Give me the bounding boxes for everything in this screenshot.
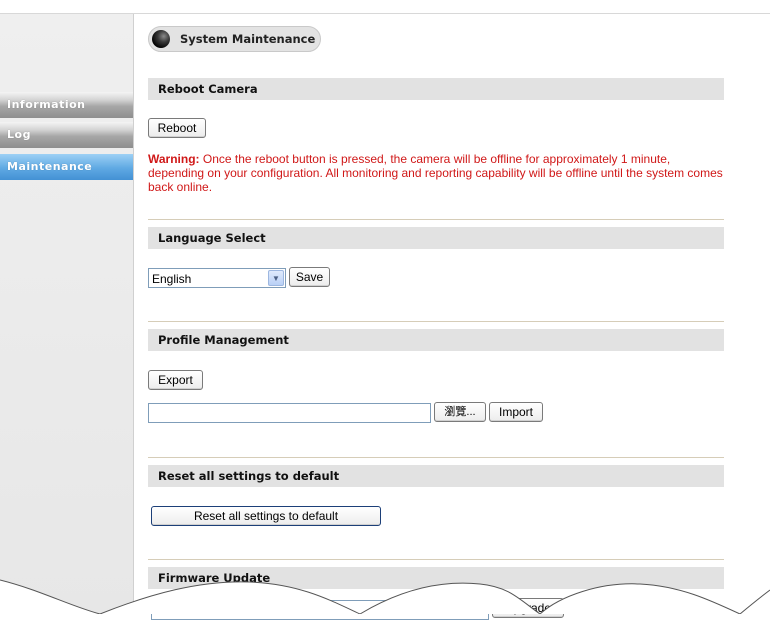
sidebar-item-label: Maintenance — [7, 160, 93, 173]
upgrade-button[interactable]: Upgrade — [492, 598, 564, 618]
sidebar-item-log[interactable]: Log — [0, 122, 133, 148]
sidebar-item-label: Log — [7, 128, 31, 141]
browse-button[interactable]: 瀏覽... — [434, 402, 486, 422]
sidebar: Information Log Maintenance — [0, 14, 134, 614]
export-button[interactable]: Export — [148, 370, 203, 390]
section-header-reboot: Reboot Camera — [148, 78, 724, 100]
section-header-profile: Profile Management — [148, 329, 724, 351]
section-divider — [148, 559, 724, 560]
import-button[interactable]: Import — [489, 402, 543, 422]
warning-label: Warning: — [148, 152, 200, 166]
sidebar-item-maintenance[interactable]: Maintenance — [0, 154, 133, 180]
sidebar-item-information[interactable]: Information — [0, 92, 133, 118]
warning-text: Once the reboot button is pressed, the c… — [148, 152, 723, 194]
sidebar-item-label: Information — [7, 98, 86, 111]
section-header-reset: Reset all settings to default — [148, 465, 724, 487]
section-header-firmware: Firmware Update — [148, 567, 724, 589]
firmware-file-input[interactable] — [151, 600, 489, 620]
reset-defaults-button[interactable]: Reset all settings to default — [151, 506, 381, 526]
profile-file-input[interactable] — [148, 403, 431, 423]
section-divider — [148, 321, 724, 322]
reboot-warning: Warning: Once the reboot button is press… — [148, 152, 724, 194]
page-title-pill: System Maintenance — [148, 26, 321, 52]
main-content: System Maintenance Reboot Camera Reboot … — [148, 0, 724, 620]
section-divider — [148, 457, 724, 458]
language-select[interactable]: English ▼ — [148, 268, 286, 288]
section-header-language: Language Select — [148, 227, 724, 249]
save-button[interactable]: Save — [289, 267, 330, 287]
reboot-button[interactable]: Reboot — [148, 118, 206, 138]
dark-sphere-icon — [152, 30, 170, 48]
language-select-value: English — [152, 272, 192, 286]
section-divider — [148, 219, 724, 220]
page-title: System Maintenance — [180, 32, 316, 46]
chevron-down-icon[interactable]: ▼ — [268, 270, 284, 286]
